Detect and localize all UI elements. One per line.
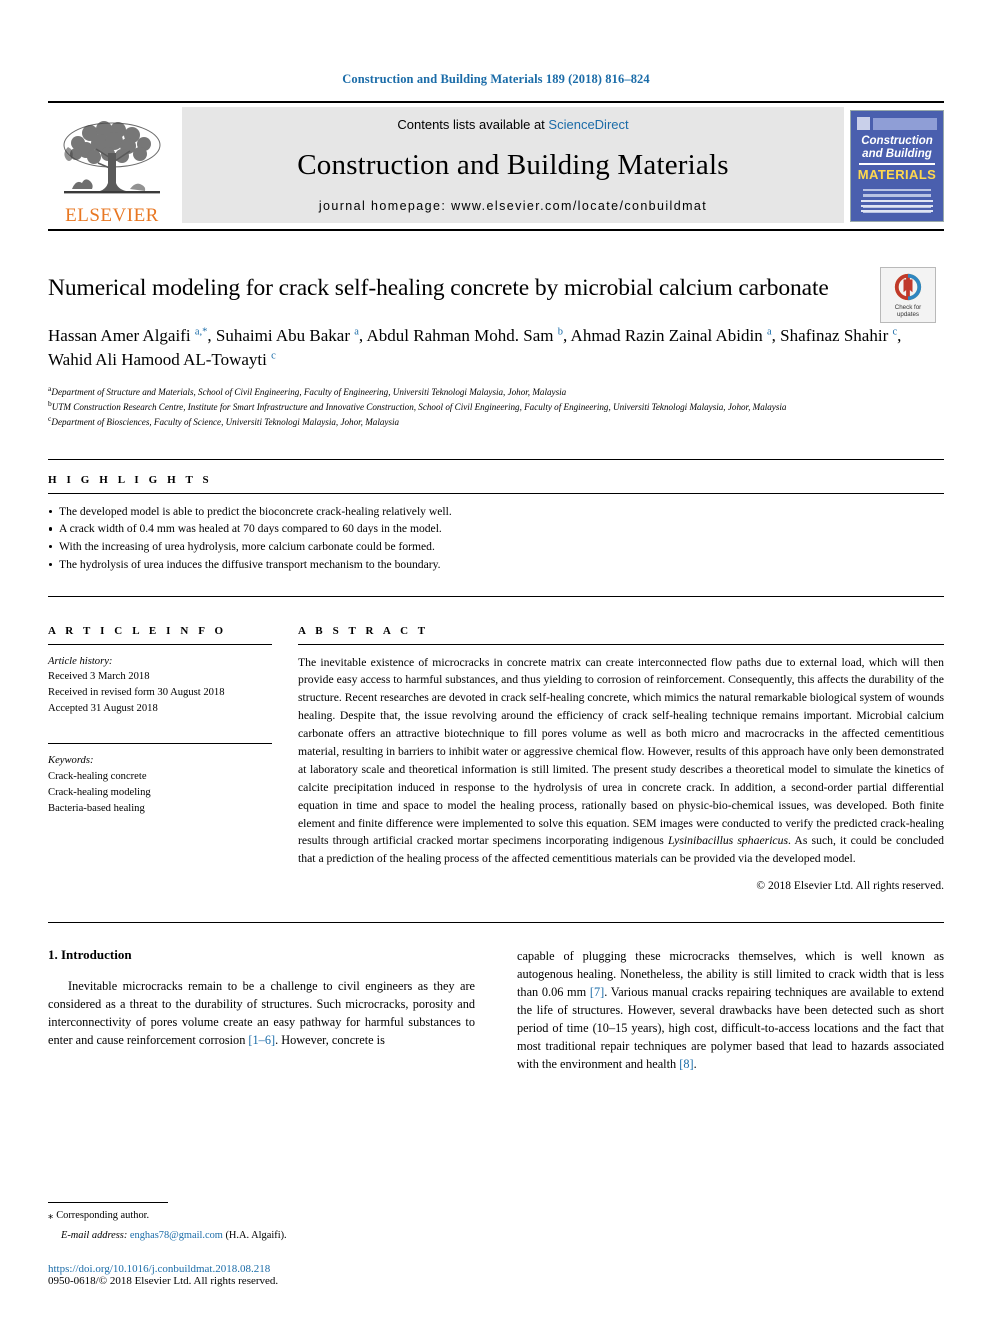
email-attribution: (H.A. Algaifi). — [225, 1230, 287, 1242]
article-info-heading: A R T I C L E I N F O — [48, 624, 227, 637]
corresponding-author-line: ⁎ Corresponding author. — [48, 1208, 488, 1224]
author-list: Hassan Amer Algaifi a,*, Suhaimi Abu Bak… — [48, 325, 902, 369]
affiliation-b: bUTM Construction Research Centre, Insti… — [48, 399, 944, 414]
elsevier-tree-icon — [63, 121, 161, 194]
issn-copyright-line: 0950-0618/© 2018 Elsevier Ltd. All right… — [48, 1275, 279, 1287]
crossmark-label-line2: updates — [896, 311, 919, 318]
sciencedirect-link[interactable]: ScienceDirect — [548, 117, 628, 132]
intro-paragraph-right: capable of plugging these microcracks th… — [517, 947, 944, 1073]
email-label: E-mail address: — [61, 1230, 128, 1242]
article-history-label: Article history: — [48, 655, 113, 667]
citation-ref[interactable]: [8] — [679, 1057, 693, 1071]
keywords-block: Keywords: Crack-healing concrete Crack-h… — [48, 753, 272, 817]
elsevier-logo: ELSEVIER — [48, 103, 176, 229]
highlight-item: The developed model is able to predict t… — [48, 503, 944, 521]
title-block: Numerical modeling for crack self-healin… — [48, 267, 944, 323]
cover-publisher-mark-icon — [857, 117, 870, 130]
highlights-heading: H I G H L I G H T S — [48, 473, 213, 486]
running-head: Construction and Building Materials 189 … — [342, 72, 650, 86]
corresponding-author-label: Corresponding author. — [56, 1209, 150, 1221]
email-line: E-mail address: enghas78@gmail.com (H.A.… — [48, 1228, 488, 1244]
keywords-rule — [48, 743, 272, 745]
body-columns: 1. Introduction Inevitable microcracks r… — [48, 947, 944, 1073]
article-history-item: Received in revised form 30 August 2018 — [48, 687, 225, 699]
journal-cover-thumbnail: Construction and Building MATERIALS — [850, 110, 944, 222]
affiliation-b-text: UTM Construction Research Centre, Instit… — [51, 401, 787, 412]
highlights-heading-rule — [48, 492, 944, 494]
cover-title-line-2: and Building — [862, 148, 932, 161]
crossmark-label-line1: Check for — [894, 303, 922, 311]
cover-rule — [859, 163, 935, 165]
affiliation-c: cDepartment of Biosciences, Faculty of S… — [48, 414, 944, 429]
intro-right-post: . — [693, 1057, 697, 1072]
journal-band: Contents lists available at ScienceDirec… — [182, 107, 844, 223]
footnote-rule — [48, 1201, 168, 1203]
info-top-rule — [48, 595, 944, 597]
article-info-rule — [48, 643, 272, 645]
highlights-list: The developed model is able to predict t… — [48, 503, 944, 574]
article-history-block: Article history: Received 3 March 2018 R… — [48, 654, 272, 718]
abstract-column: A B S T R A C T The inevitable existence… — [298, 625, 944, 892]
article-info-column: A R T I C L E I N F O Article history: R… — [48, 625, 298, 892]
corresponding-author-mark: ⁎ — [48, 1209, 54, 1221]
keyword-item: Crack-healing modeling — [48, 786, 151, 798]
body-column-right: capable of plugging these microcracks th… — [517, 947, 944, 1073]
abstract-part-1: The inevitable existence of microcracks … — [298, 655, 944, 848]
article-history-item: Received 3 March 2018 — [48, 671, 150, 683]
keyword-item: Crack-healing concrete — [48, 771, 147, 782]
highlight-item: With the increasing of urea hydrolysis, … — [48, 538, 944, 556]
cover-title-line-1: Construction — [861, 135, 933, 147]
highlights-top-rule — [48, 458, 944, 460]
intro-left-post: . However, concrete is — [275, 1033, 385, 1048]
page-title: Numerical modeling for crack self-healin… — [48, 275, 829, 301]
contents-prefix: Contents lists available at — [397, 117, 545, 132]
crossmark-icon — [894, 273, 922, 301]
info-abstract-row: A R T I C L E I N F O Article history: R… — [48, 625, 944, 892]
abstract-text: The inevitable existence of microcracks … — [298, 654, 944, 869]
affiliation-a: aDepartment of Structure and Materials, … — [48, 384, 944, 399]
abstract-species-name: Lysinibacillus sphaericus — [668, 834, 789, 848]
cover-title-line-3: MATERIALS — [857, 166, 937, 182]
article-history-item: Accepted 31 August 2018 — [48, 703, 158, 715]
affiliation-a-text: Department of Structure and Materials, S… — [51, 386, 567, 397]
email-link[interactable]: enghas78@gmail.com — [130, 1230, 223, 1241]
section-heading-introduction: 1. Introduction — [48, 946, 132, 962]
citation-ref[interactable]: [7] — [590, 985, 604, 999]
abstract-rule — [298, 643, 944, 645]
crossmark-badge[interactable]: Check for updates — [880, 267, 936, 323]
contents-list-line: Contents lists available at ScienceDirec… — [397, 117, 628, 132]
paper-page: Construction and Building Materials 189 … — [0, 0, 992, 1323]
elsevier-wordmark: ELSEVIER — [65, 205, 159, 226]
abstract-heading: A B S T R A C T — [298, 624, 429, 637]
citation-ref[interactable]: [1–6] — [248, 1033, 275, 1047]
cover-top-bar — [873, 118, 937, 130]
journal-homepage-line[interactable]: journal homepage: www.elsevier.com/locat… — [319, 199, 707, 213]
page-footnote: ⁎ Corresponding author. E-mail address: e… — [48, 1201, 488, 1287]
abstract-copyright: © 2018 Elsevier Ltd. All rights reserved… — [756, 879, 944, 892]
intro-paragraph-left: Inevitable microcracks remain to be a ch… — [48, 977, 475, 1049]
highlights-section: H I G H L I G H T S The developed model … — [48, 458, 944, 574]
body-column-left: 1. Introduction Inevitable microcracks r… — [48, 947, 475, 1073]
journal-masthead: ELSEVIER Contents lists available at Sci… — [48, 101, 944, 231]
cover-footer-lines — [861, 200, 933, 215]
keyword-item: Bacteria-based healing — [48, 802, 145, 814]
highlight-item: A crack width of 0.4 mm was healed at 70… — [48, 520, 944, 538]
keywords-label: Keywords: — [48, 755, 94, 767]
highlight-item: The hydrolysis of urea induces the diffu… — [48, 556, 944, 574]
affiliation-c-text: Department of Biosciences, Faculty of Sc… — [51, 416, 400, 427]
affiliation-list: aDepartment of Structure and Materials, … — [48, 384, 944, 429]
journal-title: Construction and Building Materials — [297, 149, 729, 181]
body-top-rule — [48, 921, 944, 923]
doi-link[interactable]: https://doi.org/10.1016/j.conbuildmat.20… — [48, 1263, 488, 1275]
